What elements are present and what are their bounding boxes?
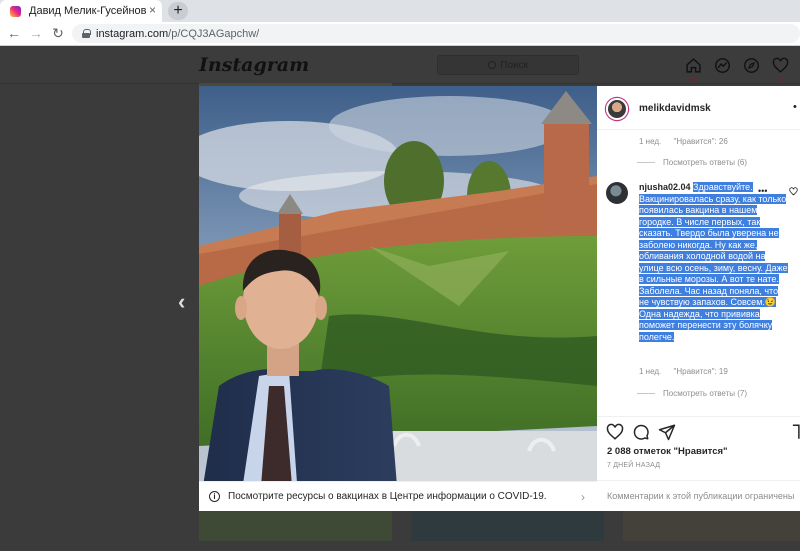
info-icon: i bbox=[209, 491, 220, 502]
view-replies-button[interactable]: Посмотреть ответы (6) bbox=[637, 158, 747, 167]
notification-dot bbox=[779, 78, 782, 81]
grid-thumbnail[interactable] bbox=[411, 511, 604, 541]
reload-icon[interactable]: ↻ bbox=[50, 25, 66, 41]
browser-toolbar: ← → ↻ instagram.com/p/CQJ3AGapchw/ bbox=[0, 22, 800, 46]
browser-tab[interactable]: Давид Мелик-Гусейнов (@meli × bbox=[0, 0, 162, 22]
browser-tabbar: Давид Мелик-Гусейнов (@meli × + bbox=[0, 0, 800, 22]
bookmark-icon[interactable] bbox=[791, 423, 800, 441]
covid-info-banner[interactable]: i Посмотрите ресурсы о вакцинах в Центре… bbox=[199, 481, 597, 511]
previous-post-arrow-icon[interactable]: ‹ bbox=[178, 289, 185, 315]
author-username[interactable]: melikdavidmsk bbox=[639, 103, 711, 114]
post-image bbox=[199, 86, 597, 511]
explore-icon[interactable] bbox=[743, 57, 760, 74]
tab-close-icon[interactable]: × bbox=[149, 3, 156, 17]
reply-meta: 1 нед. "Нравится": 26 bbox=[639, 137, 728, 146]
covid-banner-text: Посмотрите ресурсы о вакцинах в Центре и… bbox=[228, 491, 547, 502]
search-input[interactable]: Поиск bbox=[437, 55, 579, 75]
like-heart-icon[interactable] bbox=[606, 423, 624, 441]
view-replies-button[interactable]: Посмотреть ответы (7) bbox=[637, 389, 747, 398]
comments-restricted-notice: Комментарии к этой публикации ограничены bbox=[597, 480, 800, 511]
post-header: melikdavidmsk • bbox=[597, 86, 800, 130]
divider bbox=[597, 416, 800, 417]
heart-icon[interactable] bbox=[772, 57, 789, 74]
url-text: instagram.com/p/CQJ3AGapchw/ bbox=[96, 27, 260, 40]
post-sidebar: melikdavidmsk • 1 нед. "Нравится": 26 По… bbox=[597, 86, 800, 511]
author-avatar[interactable] bbox=[606, 98, 628, 120]
like-count[interactable]: 2 088 отметок "Нравится" bbox=[607, 446, 728, 457]
forward-icon[interactable]: → bbox=[28, 25, 44, 41]
grid-thumbnail[interactable] bbox=[623, 511, 800, 541]
comment-icon[interactable] bbox=[632, 423, 650, 441]
search-icon bbox=[488, 61, 497, 69]
comment-meta: 1 нед. "Нравится": 19 bbox=[639, 367, 728, 376]
new-tab-button[interactable]: + bbox=[168, 2, 188, 20]
lock-icon bbox=[82, 29, 91, 38]
more-options-icon[interactable]: • bbox=[793, 101, 797, 113]
instagram-header: Instagram Поиск bbox=[0, 47, 800, 84]
tab-title: Давид Мелик-Гусейнов (@meli bbox=[29, 5, 149, 17]
home-icon[interactable] bbox=[685, 57, 702, 74]
chevron-right-icon: › bbox=[581, 490, 585, 504]
grid-thumbnail[interactable] bbox=[199, 511, 392, 541]
address-bar[interactable]: instagram.com/p/CQJ3AGapchw/ bbox=[72, 24, 800, 43]
share-icon[interactable] bbox=[658, 423, 676, 441]
post-date: 7 ДНЕЙ НАЗАД bbox=[607, 462, 661, 469]
highlighted-comment-body: Здравствуйте. Вакцинировалась сразу, как… bbox=[639, 182, 788, 342]
comment-like-heart-icon[interactable] bbox=[789, 187, 798, 196]
notification-dot bbox=[692, 78, 695, 81]
commenter-avatar[interactable] bbox=[606, 182, 628, 204]
comment-more-icon[interactable]: ••• bbox=[758, 186, 767, 196]
messenger-icon[interactable] bbox=[714, 57, 731, 74]
instagram-logo[interactable]: Instagram bbox=[199, 54, 309, 76]
post-photo[interactable] bbox=[199, 86, 597, 511]
back-icon[interactable]: ← bbox=[6, 25, 22, 41]
comment-text: njusha02.04 Здравствуйте. Вакцинировалас… bbox=[639, 182, 789, 343]
comment-author[interactable]: njusha02.04 bbox=[639, 182, 691, 192]
instagram-favicon-icon bbox=[10, 5, 21, 17]
